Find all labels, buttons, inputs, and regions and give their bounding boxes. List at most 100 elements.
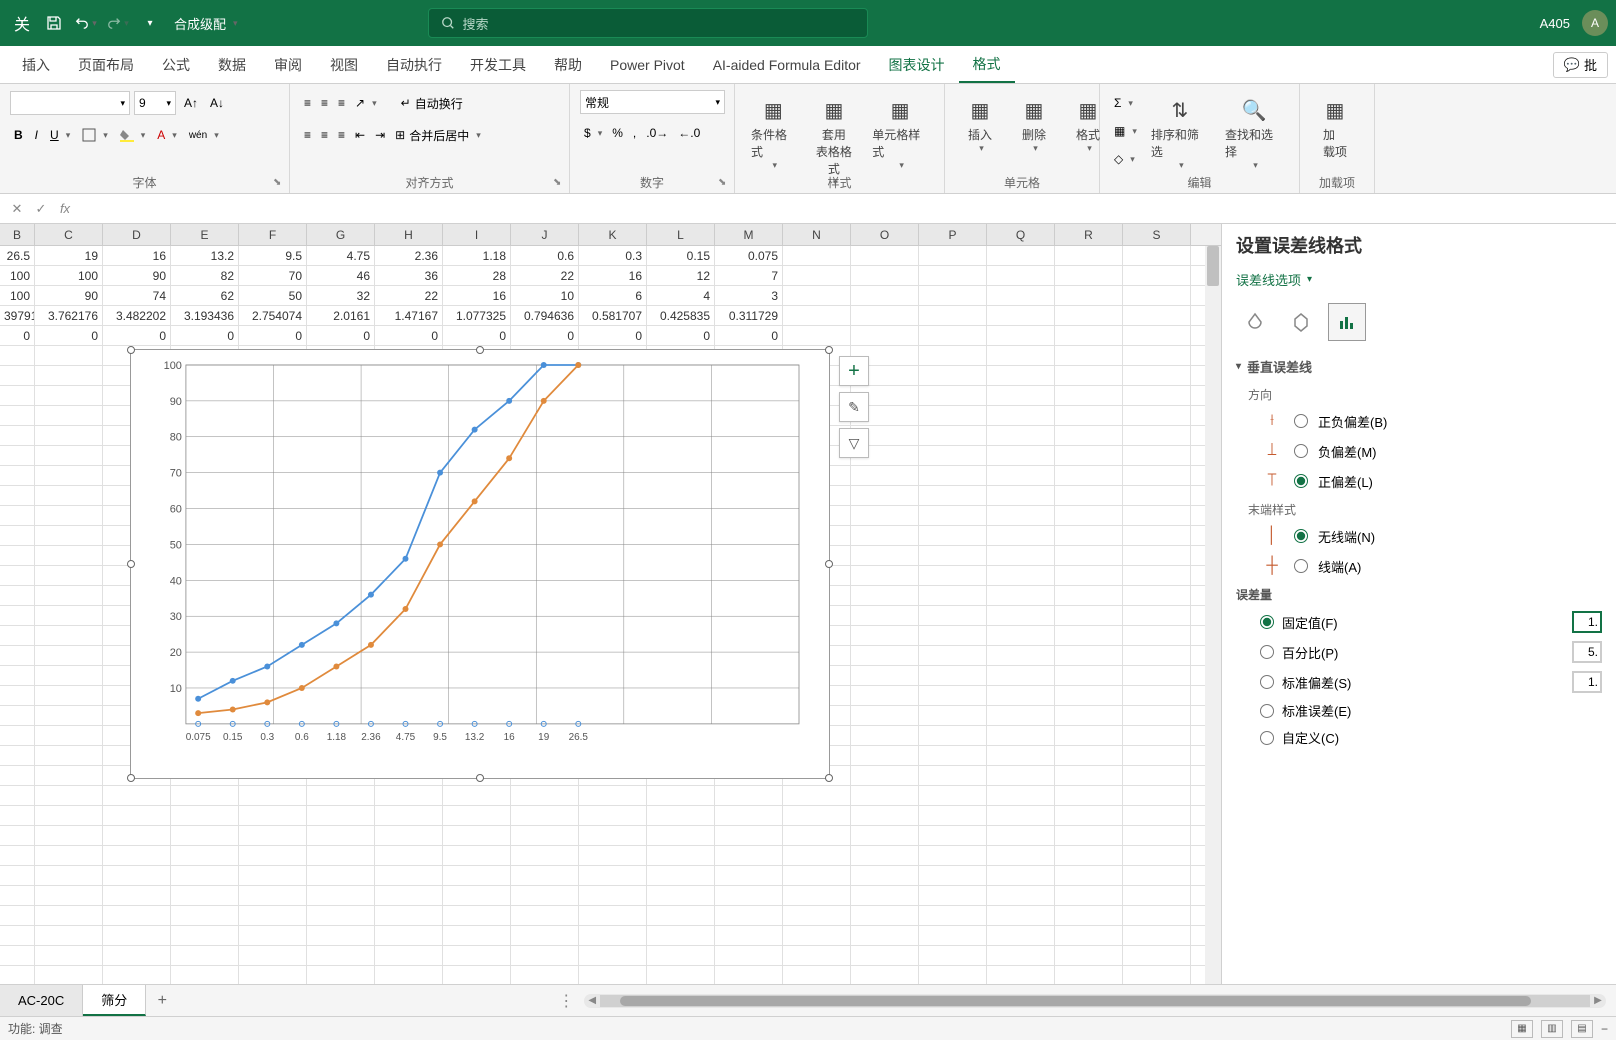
find-select-button[interactable]: 🔍 查找和选择 — [1219, 90, 1289, 175]
tab-ai-formula[interactable]: AI-aided Formula Editor — [699, 46, 875, 83]
tab-view[interactable]: 视图 — [316, 46, 372, 83]
align-bottom-icon[interactable]: ≡ — [334, 90, 349, 116]
cell[interactable]: 0 — [103, 326, 171, 345]
column-header[interactable]: L — [647, 224, 715, 245]
cell[interactable] — [851, 286, 919, 305]
cell[interactable]: 90 — [103, 266, 171, 285]
align-left-icon[interactable]: ≡ — [300, 122, 315, 148]
vertical-error-bar-section[interactable]: ▾ 垂直误差线 — [1236, 357, 1602, 376]
orientation-icon[interactable]: ↗ — [351, 90, 381, 116]
accounting-format-icon[interactable]: $ — [580, 120, 606, 146]
direction-plus-option[interactable]: ⟙ 正偏差(L) — [1260, 469, 1602, 493]
column-header[interactable]: Q — [987, 224, 1055, 245]
cell[interactable]: 0.581707 — [579, 306, 647, 325]
number-dialog-launcher[interactable]: ⬊ — [718, 177, 730, 189]
column-header[interactable]: K — [579, 224, 647, 245]
cell[interactable]: 0 — [511, 326, 579, 345]
column-header[interactable]: R — [1055, 224, 1123, 245]
cell[interactable]: 3 — [715, 286, 783, 305]
delete-cells-button[interactable]: ▦ 删除 — [1009, 90, 1059, 158]
cell[interactable]: 0 — [579, 326, 647, 345]
hscroll-right-icon[interactable]: ▶ — [1590, 995, 1606, 1006]
cell[interactable]: 36 — [375, 266, 443, 285]
sheet-tab-sieving[interactable]: 筛分 — [83, 985, 146, 1016]
bold-button[interactable]: B — [10, 122, 27, 148]
normal-view-icon[interactable]: ▦ — [1511, 1020, 1533, 1038]
error-bar-options-dropdown[interactable]: 误差线选项 ▾ — [1236, 270, 1602, 289]
cell[interactable]: 0.3 — [579, 246, 647, 265]
tab-formulas[interactable]: 公式 — [148, 46, 204, 83]
tab-insert[interactable]: 插入 — [8, 46, 64, 83]
cell[interactable]: 0 — [0, 326, 35, 345]
comma-format-icon[interactable]: , — [629, 120, 640, 146]
chart-plot-area[interactable]: 1020304050607080901000.0750.150.30.61.18… — [156, 360, 809, 749]
column-header[interactable]: I — [443, 224, 511, 245]
cell[interactable]: 0 — [647, 326, 715, 345]
chart-handle-n[interactable] — [476, 346, 484, 354]
cell[interactable] — [1123, 246, 1191, 265]
cell[interactable]: 2.754074 — [239, 306, 307, 325]
cell[interactable]: 26.5 — [0, 246, 35, 265]
cell[interactable]: 90 — [35, 286, 103, 305]
align-middle-icon[interactable]: ≡ — [317, 90, 332, 116]
cell[interactable]: 0 — [375, 326, 443, 345]
cell[interactable] — [851, 326, 919, 345]
sort-filter-button[interactable]: ⇅ 排序和筛选 — [1145, 90, 1215, 175]
cell[interactable]: 0 — [715, 326, 783, 345]
cell[interactable] — [1123, 266, 1191, 285]
chart-object[interactable]: 1020304050607080901000.0750.150.30.61.18… — [130, 349, 830, 779]
hscroll-left-icon[interactable]: ◀ — [584, 995, 600, 1006]
radio-end-cap[interactable] — [1294, 559, 1308, 573]
number-format-combo[interactable]: 常规▾ — [580, 90, 725, 114]
column-header[interactable]: G — [307, 224, 375, 245]
horizontal-scrollbar[interactable]: ◀ ▶ — [584, 994, 1606, 1008]
close-icon[interactable]: 关 — [8, 9, 36, 37]
tab-chart-design[interactable]: 图表设计 — [875, 46, 959, 83]
direction-both-option[interactable]: ⟊ 正负偏差(B) — [1260, 409, 1602, 433]
chart-handle-ne[interactable] — [825, 346, 833, 354]
cell[interactable]: 100 — [35, 266, 103, 285]
column-header[interactable]: B — [0, 224, 35, 245]
border-button[interactable] — [78, 122, 112, 148]
cell[interactable] — [783, 326, 851, 345]
column-header[interactable]: M — [715, 224, 783, 245]
underline-button[interactable]: U — [46, 122, 74, 148]
cancel-icon[interactable]: ✕ — [6, 198, 28, 220]
column-header[interactable]: F — [239, 224, 307, 245]
cell[interactable]: 4.75 — [307, 246, 375, 265]
cell[interactable]: 0.6 — [511, 246, 579, 265]
hscroll-thumb[interactable] — [620, 996, 1531, 1006]
vscroll-thumb[interactable] — [1207, 246, 1219, 286]
cell[interactable]: 32 — [307, 286, 375, 305]
cell[interactable]: 16 — [443, 286, 511, 305]
phonetic-button[interactable]: wén — [185, 122, 223, 148]
column-header[interactable]: S — [1123, 224, 1191, 245]
cell[interactable]: 0 — [171, 326, 239, 345]
stdev-value-input[interactable] — [1572, 671, 1602, 693]
radio-amt-stdev[interactable] — [1260, 675, 1274, 689]
cell[interactable] — [851, 306, 919, 325]
endstyle-nocap-option[interactable]: │ 无线端(N) — [1260, 524, 1602, 548]
cell[interactable]: 62 — [171, 286, 239, 305]
cell[interactable]: 22 — [511, 266, 579, 285]
amount-percent-option[interactable]: 百分比(P) — [1260, 641, 1602, 663]
column-header[interactable]: O — [851, 224, 919, 245]
cell[interactable]: 6 — [579, 286, 647, 305]
cell[interactable]: 2.36 — [375, 246, 443, 265]
tab-automate[interactable]: 自动执行 — [372, 46, 456, 83]
cell[interactable]: 22 — [375, 286, 443, 305]
insert-cells-button[interactable]: ▦ 插入 — [955, 90, 1005, 158]
chart-handle-sw[interactable] — [127, 774, 135, 782]
font-name-combo[interactable]: ▾ — [10, 91, 130, 115]
tab-power-pivot[interactable]: Power Pivot — [596, 46, 699, 83]
clear-button[interactable]: ◇ — [1110, 146, 1141, 172]
increase-indent-icon[interactable]: ⇥ — [371, 122, 389, 148]
chart-handle-w[interactable] — [127, 560, 135, 568]
cell[interactable] — [1055, 246, 1123, 265]
cell[interactable]: 0 — [307, 326, 375, 345]
user-avatar[interactable]: A — [1582, 10, 1608, 36]
align-top-icon[interactable]: ≡ — [300, 90, 315, 116]
cell[interactable]: 3.762176 — [35, 306, 103, 325]
cell[interactable]: 0.15 — [647, 246, 715, 265]
wrap-text-button[interactable]: ↵ 自动换行 — [397, 90, 467, 116]
